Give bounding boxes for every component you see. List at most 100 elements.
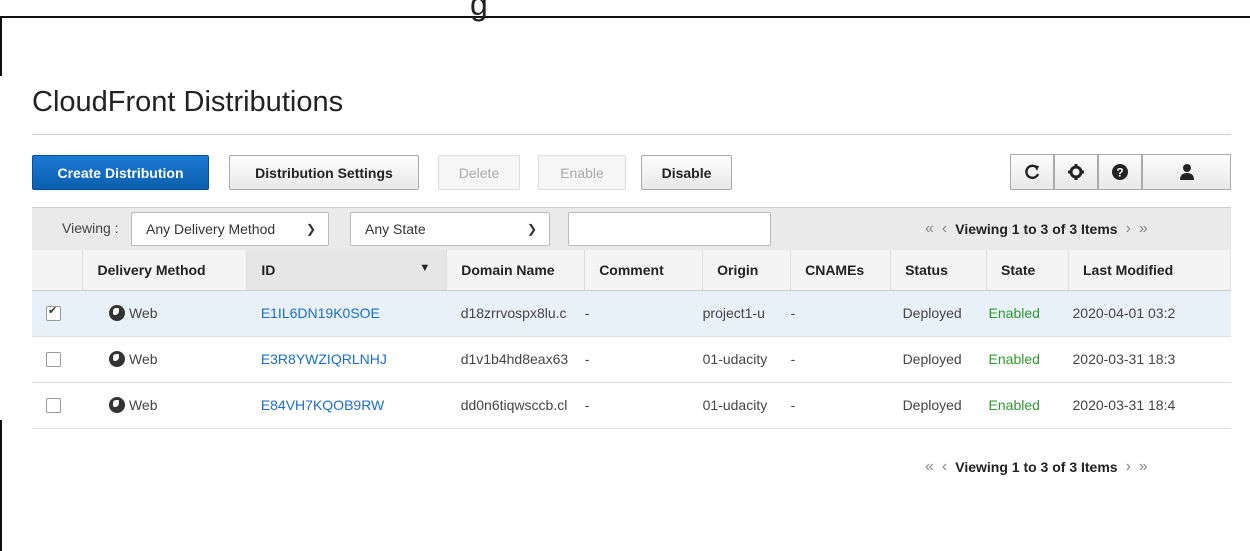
domain-name-cell: d18zrrvospx8lu.c: [446, 290, 585, 337]
id-cell: E1IL6DN19K0SOE: [246, 290, 447, 337]
svg-text:?: ?: [1116, 166, 1123, 180]
clipped-heading: g: [470, 0, 488, 22]
table-row[interactable]: Web E3R8YWZIQRLNHJ d1v1b4hd8eax63-01-udaci…: [32, 336, 1231, 383]
help-button[interactable]: ?: [1098, 154, 1142, 190]
column-origin[interactable]: Origin: [702, 250, 792, 291]
cnames-cell: -: [790, 382, 891, 429]
page-title: CloudFront Distributions: [32, 86, 344, 118]
prev-page-icon[interactable]: ‹: [942, 220, 947, 238]
column-delivery-method[interactable]: Delivery Method: [82, 250, 248, 291]
row-checkbox-cell: [32, 290, 83, 337]
column-cnames[interactable]: CNAMEs: [790, 250, 892, 291]
row-checkbox[interactable]: [46, 304, 61, 322]
gear-icon: [1068, 164, 1084, 180]
id-cell: E84VH7KQOB9RW: [246, 382, 447, 429]
id-cell: E3R8YWZIQRLNHJ: [246, 336, 447, 383]
delivery-method-select[interactable]: Any Delivery Method ❯: [131, 212, 329, 246]
first-page-icon[interactable]: «: [925, 458, 934, 476]
column-id-label: ID: [261, 261, 276, 278]
origin-cell: 01-udacity: [702, 336, 791, 383]
chevron-down-icon: ❯: [526, 222, 537, 236]
state-enabled-text: Enabled: [988, 305, 1040, 321]
distribution-settings-button[interactable]: Distribution Settings: [229, 155, 419, 190]
delivery-method-cell: Web: [82, 290, 247, 337]
state-select[interactable]: Any State ❯: [350, 212, 550, 246]
create-distribution-button[interactable]: Create Distribution: [32, 155, 209, 190]
distributions-table: Delivery Method ID ▼ Domain Name Comment …: [32, 250, 1231, 429]
state-cell: Enabled: [986, 290, 1069, 337]
state-cell: Enabled: [986, 336, 1069, 383]
refresh-icon: [1025, 164, 1040, 180]
origin-cell: 01-udacity: [702, 382, 791, 429]
comment-cell: -: [584, 290, 703, 337]
account-button[interactable]: [1142, 154, 1231, 190]
delivery-method-cell: Web: [82, 336, 247, 383]
user-icon: [1179, 164, 1194, 180]
settings-button[interactable]: [1054, 154, 1098, 190]
filter-bar: Viewing : Any Delivery Method ❯ Any Stat…: [32, 207, 1231, 250]
column-id[interactable]: ID ▼: [246, 250, 448, 291]
last-modified-cell: 2020-03-31 18:3: [1068, 336, 1231, 383]
domain-name-cell: dd0n6tiqwsccb.cl: [446, 382, 585, 429]
globe-icon: [108, 305, 125, 321]
help-icon: ?: [1112, 164, 1128, 180]
prev-page-icon[interactable]: ‹: [942, 458, 947, 476]
origin-cell: project1-u: [702, 290, 791, 337]
first-page-icon[interactable]: «: [925, 220, 934, 238]
row-checkbox[interactable]: [46, 352, 61, 368]
pager-text: Viewing 1 to 3 of 3 Items: [955, 459, 1118, 475]
domain-name-cell: d1v1b4hd8eax63: [446, 336, 585, 383]
row-checkbox[interactable]: [46, 398, 61, 414]
cnames-cell: -: [790, 290, 891, 337]
last-page-icon[interactable]: »: [1139, 458, 1148, 476]
disable-button[interactable]: Disable: [641, 155, 732, 190]
delivery-method-text: Web: [128, 397, 158, 413]
window-left-border-lower: [0, 420, 2, 551]
column-comment[interactable]: Comment: [584, 250, 704, 291]
last-page-icon[interactable]: »: [1139, 220, 1148, 238]
next-page-icon[interactable]: ›: [1126, 220, 1131, 238]
status-cell: Deployed: [890, 290, 987, 337]
window-left-border: [0, 16, 2, 76]
comment-cell: -: [584, 382, 703, 429]
last-modified-cell: 2020-04-01 03:2: [1068, 290, 1231, 337]
status-cell: Deployed: [890, 336, 987, 383]
row-checkbox-cell: [32, 336, 83, 383]
enable-button[interactable]: Enable: [538, 155, 626, 190]
select-column-header: [32, 250, 84, 291]
pager-top: « ‹ Viewing 1 to 3 of 3 Items › »: [925, 220, 1148, 238]
globe-icon: [108, 351, 125, 367]
delivery-method-cell: Web: [82, 382, 247, 429]
refresh-button[interactable]: [1010, 154, 1054, 190]
delivery-method-text: Web: [128, 351, 158, 367]
table-row[interactable]: Web E84VH7KQOB9RW dd0n6tiqwsccb.cl -01-udac…: [32, 382, 1231, 429]
column-state[interactable]: State: [986, 250, 1069, 291]
chevron-down-icon: ❯: [305, 222, 316, 236]
delivery-method-value: Any Delivery Method: [146, 221, 276, 237]
column-last-modified[interactable]: Last Modified: [1068, 250, 1231, 291]
title-divider: [32, 134, 1231, 135]
delivery-method-text: Web: [128, 305, 158, 321]
state-enabled-text: Enabled: [988, 351, 1040, 367]
row-checkbox-cell: [32, 382, 83, 429]
viewing-label: Viewing :: [62, 220, 119, 236]
column-status[interactable]: Status: [890, 250, 988, 291]
pager-bottom: « ‹ Viewing 1 to 3 of 3 Items › »: [925, 458, 1148, 476]
distribution-id-link[interactable]: E1IL6DN19K0SOE: [261, 305, 380, 321]
delete-button[interactable]: Delete: [438, 155, 520, 190]
table-header-row: Delivery Method ID ▼ Domain Name Comment …: [32, 250, 1231, 291]
distribution-id-link[interactable]: E3R8YWZIQRLNHJ: [261, 351, 387, 367]
globe-icon: [108, 397, 125, 413]
state-value: Any State: [365, 221, 426, 237]
last-modified-cell: 2020-03-31 18:4: [1068, 382, 1231, 429]
table-row[interactable]: WebE1IL6DN19K0SOEd18zrrvospx8lu.c-projec…: [32, 290, 1231, 337]
column-domain-name[interactable]: Domain Name: [446, 250, 586, 291]
status-cell: Deployed: [890, 382, 987, 429]
pager-text: Viewing 1 to 3 of 3 Items: [955, 221, 1118, 237]
comment-cell: -: [584, 336, 703, 383]
search-input[interactable]: [568, 212, 771, 246]
state-enabled-text: Enabled: [988, 397, 1040, 413]
sort-desc-icon: ▼: [419, 262, 431, 274]
distribution-id-link[interactable]: E84VH7KQOB9RW: [261, 397, 384, 413]
next-page-icon[interactable]: ›: [1126, 458, 1131, 476]
